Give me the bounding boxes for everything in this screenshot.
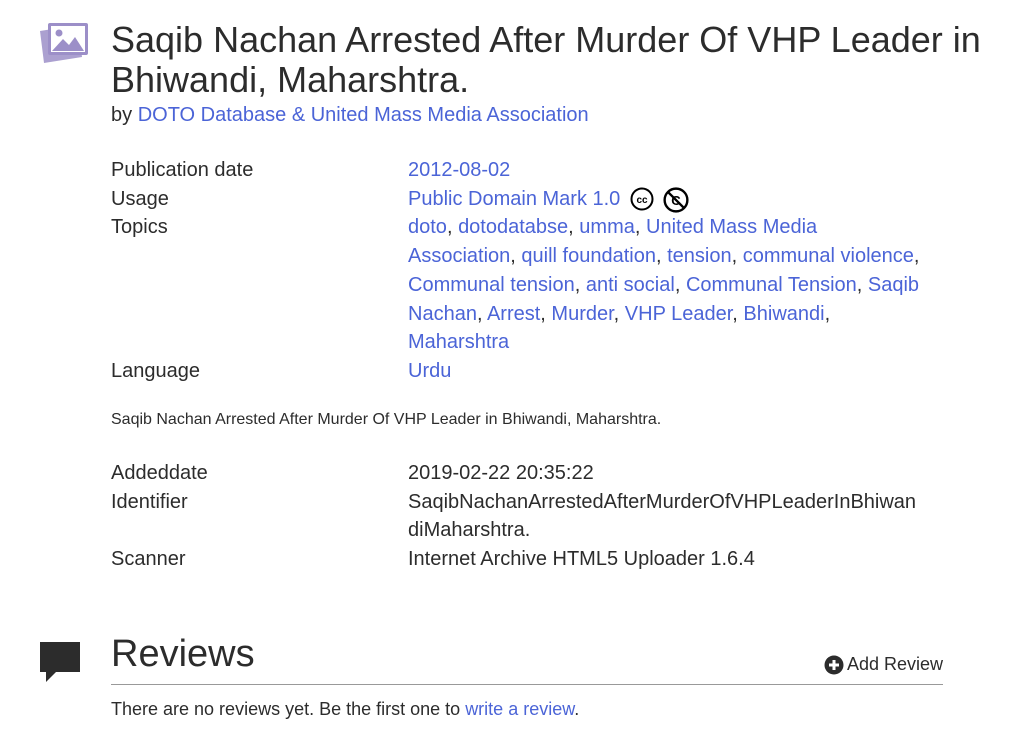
topic-link[interactable]: Maharshtra [408, 331, 509, 353]
identifier-label: Identifier [111, 490, 188, 513]
topic-link[interactable]: doto [408, 216, 447, 238]
topic-separator: , [446, 216, 459, 239]
scanner-row: Scanner Internet Archive HTML5 Uploader … [111, 545, 951, 574]
publication-date-label: Publication date [111, 159, 254, 181]
topics-row: Topics doto, dotodatabse, umma, United M… [111, 213, 951, 357]
public-domain-icon[interactable]: C [663, 187, 690, 213]
byline: by DOTO Database & United Mass Media Ass… [111, 104, 991, 127]
topic-separator: , [913, 245, 920, 268]
reviews-heading: Reviews [111, 633, 255, 675]
scanner-label: Scanner [111, 548, 186, 571]
addeddate-label: Addeddate [111, 462, 208, 484]
addeddate-value: 2019-02-22 20:35:22 [408, 462, 594, 484]
item-header: Saqib Nachan Arrested After Murder Of VH… [111, 20, 991, 127]
add-review-button[interactable]: Add Review [824, 654, 943, 675]
topic-link[interactable]: VHP Leader [625, 303, 733, 325]
reviews-divider [111, 684, 943, 685]
topic-separator: , [634, 216, 646, 239]
identifier-row: Identifier SaqibNachanArrestedAfterMurde… [111, 488, 951, 545]
topic-separator: , [674, 273, 686, 296]
language-row: Language Urdu [111, 357, 951, 386]
publication-date-link[interactable]: 2012-08-02 [408, 159, 510, 181]
topics-label: Topics [111, 216, 168, 239]
speech-bubble-icon [38, 640, 82, 684]
creator-link[interactable]: DOTO Database & United Mass Media Associ… [138, 104, 589, 126]
item-description: Saqib Nachan Arrested After Murder Of VH… [111, 411, 662, 428]
no-reviews-message: There are no reviews yet. Be the first o… [111, 699, 579, 720]
topic-separator: , [731, 245, 743, 268]
identifier-value: SaqibNachanArrestedAfterMurderOfVHPLeade… [408, 490, 917, 542]
topic-link[interactable]: anti social [586, 274, 675, 296]
language-link[interactable]: Urdu [408, 360, 451, 382]
topics-list: doto, dotodatabse, umma, United Mass Med… [408, 213, 920, 357]
no-reviews-text: There are no reviews yet. Be the first o… [111, 699, 466, 719]
topic-link[interactable]: Bhiwandi [743, 303, 824, 325]
topic-link[interactable]: umma [579, 216, 635, 238]
by-label: by [111, 104, 133, 126]
add-review-label: Add Review [846, 654, 943, 674]
topic-separator: , [540, 302, 552, 325]
no-reviews-end: . [574, 699, 580, 719]
topic-separator: , [574, 273, 586, 296]
topic-link[interactable]: communal violence [743, 245, 914, 267]
topic-separator: , [732, 302, 744, 325]
topic-separator: , [510, 245, 522, 268]
cc-icon[interactable]: cc [630, 187, 654, 211]
topic-separator: , [655, 245, 668, 268]
topic-link[interactable]: quill foundation [521, 245, 656, 267]
addeddate-row: Addeddate 2019-02-22 20:35:22 [111, 459, 951, 488]
topic-link[interactable]: Murder [551, 303, 613, 325]
topic-separator: , [824, 302, 831, 325]
write-review-link[interactable]: write a review [465, 699, 574, 719]
usage-link[interactable]: Public Domain Mark 1.0 [408, 188, 620, 210]
publication-date-row: Publication date 2012-08-02 [111, 156, 951, 185]
scanner-value: Internet Archive HTML5 Uploader 1.6.4 [408, 548, 755, 571]
language-label: Language [111, 359, 200, 382]
svg-text:cc: cc [636, 195, 648, 206]
plus-circle-icon [824, 655, 844, 674]
topic-separator: , [568, 216, 580, 239]
topic-link[interactable]: tension [667, 245, 732, 267]
item-title: Saqib Nachan Arrested After Murder Of VH… [111, 19, 981, 100]
topic-link[interactable]: dotodatabse [458, 216, 568, 238]
topic-link[interactable]: Communal Tension [686, 274, 857, 296]
usage-row: Usage Public Domain Mark 1.0 cc C [111, 185, 951, 214]
topic-separator: , [613, 302, 625, 325]
topic-separator: , [856, 273, 868, 296]
topic-link[interactable]: Arrest [487, 303, 540, 325]
metadata-list-extra: Addeddate 2019-02-22 20:35:22 Identifier… [111, 459, 951, 574]
metadata-list: Publication date 2012-08-02 Usage Public… [111, 156, 951, 386]
image-gallery-icon [38, 21, 90, 65]
usage-label: Usage [111, 187, 169, 210]
topic-separator: , [476, 302, 487, 325]
topic-link[interactable]: Communal tension [408, 274, 575, 296]
